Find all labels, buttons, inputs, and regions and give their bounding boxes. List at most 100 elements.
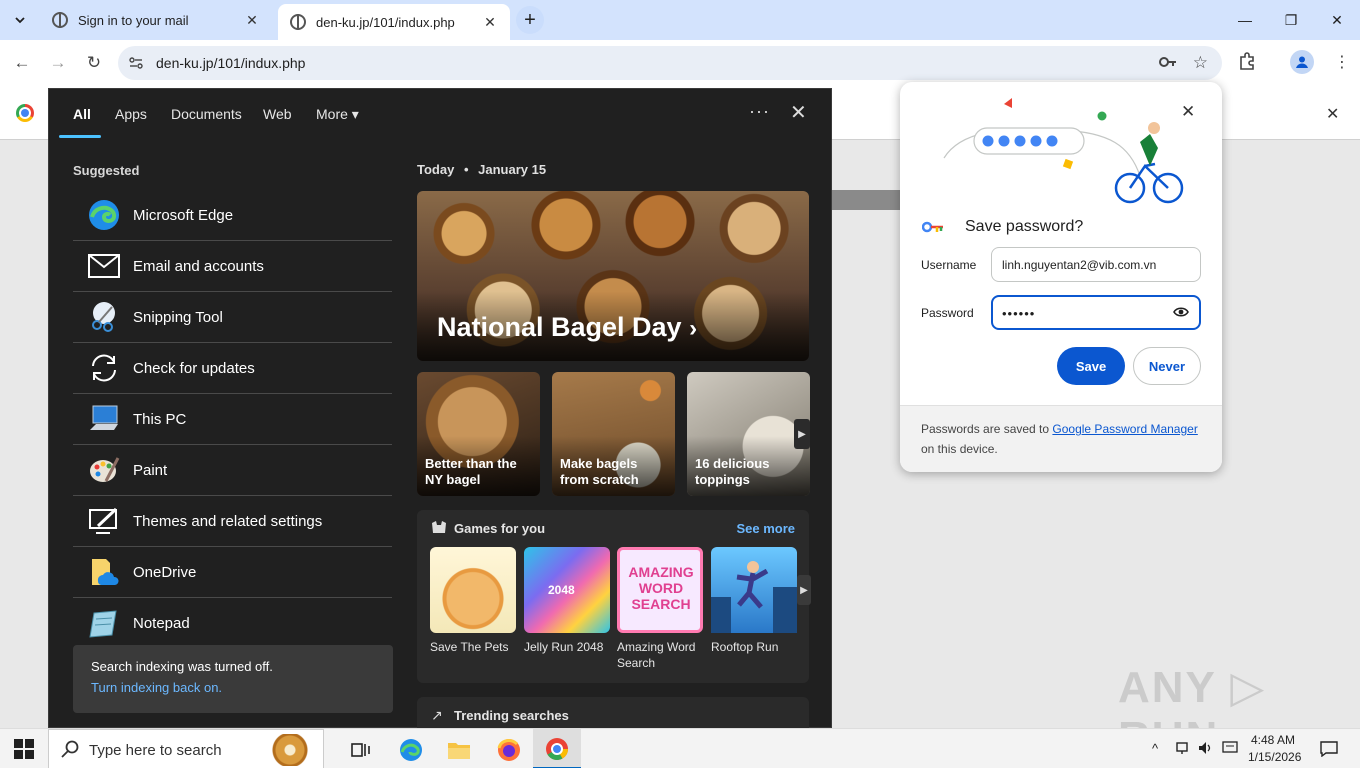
password-manager-link[interactable]: Google Password Manager xyxy=(1052,422,1197,436)
taskbar-search-box[interactable]: Type here to search xyxy=(48,729,324,768)
file-explorer-icon[interactable] xyxy=(444,735,474,765)
start-search-flyout: All Apps Documents Web More ▾ ··· ✕ Sugg… xyxy=(48,88,833,737)
firefox-icon[interactable] xyxy=(494,735,524,765)
suggested-item[interactable]: OneDrive xyxy=(73,547,392,598)
suggested-label: This PC xyxy=(133,410,187,428)
dialog-footer: Passwords are saved to Google Password M… xyxy=(900,405,1222,472)
close-window-button[interactable]: ✕ xyxy=(1314,0,1360,40)
today-date: January 15 xyxy=(478,162,547,177)
search-scope-tabs: All Apps Documents Web More ▾ ··· ✕ xyxy=(49,89,833,139)
game-tile[interactable]: Save The Pets xyxy=(430,547,516,655)
story-card[interactable]: Better than the NY bagel xyxy=(417,372,540,496)
suggested-item[interactable]: Email and accounts xyxy=(73,241,392,292)
sync-icon xyxy=(87,351,121,385)
extensions-icon[interactable] xyxy=(1238,52,1256,75)
tab-documents[interactable]: Documents xyxy=(171,106,242,122)
more-options-icon[interactable]: ··· xyxy=(749,101,770,122)
see-more-link[interactable]: See more xyxy=(736,521,795,536)
menu-icon[interactable]: ⋮ xyxy=(1334,52,1350,72)
edge-taskbar-icon[interactable] xyxy=(396,735,426,765)
close-tab-icon[interactable]: ✕ xyxy=(244,12,260,29)
suggested-heading: Suggested xyxy=(73,163,140,178)
network-icon[interactable] xyxy=(1176,741,1190,758)
hero-title-text: National Bagel Day xyxy=(437,312,682,342)
story-card[interactable]: Make bagels from scratch xyxy=(552,372,675,496)
notifications-icon[interactable] xyxy=(1320,741,1338,760)
game-thumb-jelly-run: 2048 xyxy=(524,547,610,633)
close-flyout-icon[interactable]: ✕ xyxy=(790,100,807,125)
never-button[interactable]: Never xyxy=(1133,347,1201,385)
tab-sign-in-mail[interactable]: Sign in to your mail ✕ xyxy=(40,0,272,40)
suggested-item[interactable]: Microsoft Edge xyxy=(73,190,392,241)
tab-search-button[interactable] xyxy=(6,6,34,34)
suggested-item[interactable]: Themes and related settings xyxy=(73,496,392,547)
close-dialog-icon[interactable]: ✕ xyxy=(1181,102,1195,122)
tab-more[interactable]: More ▾ xyxy=(316,106,359,123)
chevron-up-icon[interactable]: ^ xyxy=(1152,741,1158,756)
game-thumb-save-the-pets xyxy=(430,547,516,633)
tab-all[interactable]: All xyxy=(73,106,91,122)
game-tile[interactable]: 2048 Jelly Run 2048 xyxy=(524,547,610,655)
cards-next-button[interactable]: ▶ xyxy=(794,419,810,449)
address-url[interactable]: den-ku.jp/101/indux.php xyxy=(156,55,305,71)
active-tab-indicator xyxy=(59,135,101,138)
footer-prefix: Passwords are saved to xyxy=(921,422,1053,436)
suggested-list: Microsoft Edge Email and accounts Snippi… xyxy=(73,190,392,649)
game-label: Jelly Run 2048 xyxy=(524,640,604,654)
password-key-icon[interactable] xyxy=(1158,54,1178,74)
username-value: linh.nguyentan2@vib.com.vn xyxy=(1002,258,1157,272)
username-field[interactable]: linh.nguyentan2@vib.com.vn xyxy=(991,247,1201,282)
windows-start-icon[interactable] xyxy=(14,739,34,759)
today-header: Today • January 15 xyxy=(417,162,546,177)
suggested-item[interactable]: This PC xyxy=(73,394,392,445)
game-tile[interactable]: Rooftop Run xyxy=(711,547,797,655)
reload-button[interactable]: ↻ xyxy=(80,49,108,77)
address-bar[interactable]: den-ku.jp/101/indux.php ☆ xyxy=(118,46,1222,80)
themes-icon xyxy=(87,504,121,538)
tab-apps[interactable]: Apps xyxy=(115,106,147,122)
password-field[interactable]: •••••• xyxy=(991,295,1201,330)
site-settings-icon[interactable] xyxy=(128,55,144,71)
task-view-icon[interactable] xyxy=(346,735,376,765)
input-method-icon[interactable] xyxy=(1222,741,1238,758)
close-infobar-icon[interactable]: ✕ xyxy=(1326,104,1339,124)
profile-avatar[interactable] xyxy=(1290,50,1314,74)
tab-title: Sign in to your mail xyxy=(78,12,189,28)
system-clock[interactable]: 4:48 AM 1/15/2026 xyxy=(1248,732,1301,766)
hero-title: National Bagel Day › xyxy=(437,312,697,343)
password-value: •••••• xyxy=(1002,306,1036,321)
back-button[interactable]: ← xyxy=(8,49,36,77)
game-tile[interactable]: AMAZING WORD SEARCH Amazing Word Search xyxy=(617,547,703,671)
bookmark-star-icon[interactable]: ☆ xyxy=(1193,53,1208,73)
onedrive-icon xyxy=(87,555,121,589)
word-search-thumb-text: AMAZING WORD SEARCH xyxy=(628,564,694,612)
save-button[interactable]: Save xyxy=(1057,347,1125,385)
tab-den-ku[interactable]: den-ku.jp/101/indux.php ✕ xyxy=(278,4,510,40)
games-next-button[interactable]: ▶ xyxy=(797,575,811,605)
suggested-item[interactable]: Paint xyxy=(73,445,392,496)
turn-indexing-on-link[interactable]: Turn indexing back on. xyxy=(91,680,375,695)
suggested-label: Themes and related settings xyxy=(133,512,323,530)
forward-button[interactable]: → xyxy=(44,49,72,77)
suggested-label: OneDrive xyxy=(133,563,197,581)
chrome-taskbar-active[interactable] xyxy=(533,729,581,768)
new-tab-button[interactable]: + xyxy=(516,6,544,34)
tab-web[interactable]: Web xyxy=(263,106,292,122)
suggested-item[interactable]: Notepad xyxy=(73,598,392,649)
globe-icon xyxy=(52,12,68,28)
games-heading: Games for you xyxy=(454,521,546,536)
minimize-button[interactable]: — xyxy=(1222,0,1268,40)
suggested-item[interactable]: Check for updates xyxy=(73,343,392,394)
suggested-label: Microsoft Edge xyxy=(133,206,234,224)
maximize-button[interactable]: ❐ xyxy=(1268,0,1314,40)
hero-card[interactable]: National Bagel Day › xyxy=(417,191,809,361)
footer-suffix: on this device. xyxy=(921,442,998,456)
suggested-item[interactable]: Snipping Tool xyxy=(73,292,392,343)
search-placeholder: Type here to search xyxy=(89,742,222,759)
close-tab-icon[interactable]: ✕ xyxy=(482,14,498,31)
volume-icon[interactable] xyxy=(1198,741,1214,758)
suggested-label: Email and accounts xyxy=(133,257,264,275)
story-card[interactable]: 16 delicious toppings xyxy=(687,372,810,496)
show-password-eye-icon[interactable] xyxy=(1173,306,1189,321)
page-content-strip xyxy=(832,190,902,210)
